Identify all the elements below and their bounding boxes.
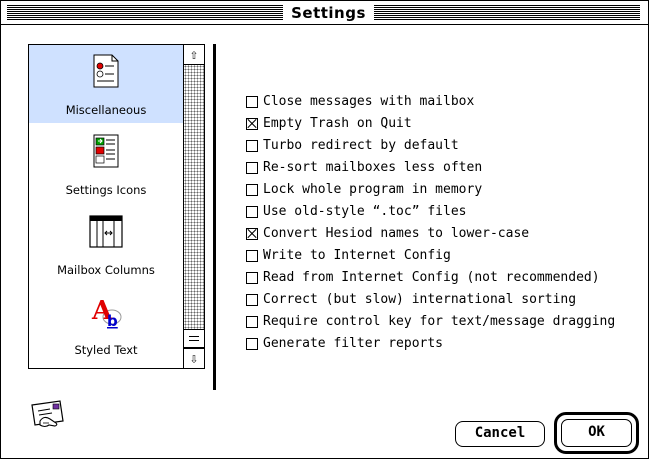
option-turbo-redirect[interactable]: Turbo redirect by default: [246, 135, 626, 157]
option-resort-mailboxes[interactable]: Re-sort mailboxes less often: [246, 157, 626, 179]
checkbox[interactable]: [246, 96, 258, 108]
category-label: Miscellaneous: [65, 103, 147, 117]
option-close-messages[interactable]: Close messages with mailbox: [246, 91, 626, 113]
category-item-settings-icons[interactable]: Settings Icons: [29, 125, 183, 203]
option-write-internet-config[interactable]: Write to Internet Config: [246, 245, 626, 267]
svg-text:b: b: [107, 312, 118, 329]
settings-window: Settings Miscellaneous Settings Icons Ma…: [0, 0, 649, 459]
settings-options: Close messages with mailbox Empty Trash …: [246, 91, 626, 355]
checkbox[interactable]: [246, 316, 258, 328]
mailbox-columns-icon: [89, 215, 123, 248]
settings-category-list: Miscellaneous Settings Icons Mailbox Col…: [28, 44, 205, 369]
title-bar[interactable]: Settings: [1, 1, 648, 25]
checkbox[interactable]: [246, 162, 258, 174]
option-empty-trash[interactable]: Empty Trash on Quit: [246, 113, 626, 135]
scroll-up-arrow-icon[interactable]: ⇧: [184, 45, 204, 65]
styled-text-icon: A b: [91, 296, 122, 329]
option-label: Close messages with mailbox: [263, 94, 475, 109]
option-label: Use old-style “.toc” files: [263, 204, 467, 219]
cancel-button[interactable]: Cancel: [455, 421, 545, 447]
option-label: Read from Internet Config (not recommend…: [263, 270, 600, 285]
option-label: Correct (but slow) international sorting: [263, 292, 577, 307]
option-label: Empty Trash on Quit: [263, 116, 412, 131]
checkbox[interactable]: [246, 338, 258, 350]
option-label: Re-sort mailboxes less often: [263, 160, 483, 175]
checkbox[interactable]: [246, 206, 258, 218]
checkbox[interactable]: [246, 250, 258, 262]
category-label: Settings Icons: [65, 183, 147, 197]
category-item-mailbox-columns[interactable]: Mailbox Columns: [29, 205, 183, 283]
option-label: Require control key for text/message dra…: [263, 314, 616, 329]
category-label: Styled Text: [74, 343, 138, 357]
option-read-internet-config[interactable]: Read from Internet Config (not recommend…: [246, 267, 626, 289]
title-bar-stripes-left: [7, 5, 283, 20]
checkbox[interactable]: [246, 118, 258, 130]
option-old-style-toc[interactable]: Use old-style “.toc” files: [246, 201, 626, 223]
option-international-sorting[interactable]: Correct (but slow) international sorting: [246, 289, 626, 311]
option-lock-program[interactable]: Lock whole program in memory: [246, 179, 626, 201]
option-label: Lock whole program in memory: [263, 182, 483, 197]
option-label: Turbo redirect by default: [263, 138, 459, 153]
option-label: Convert Hesiod names to lower-case: [263, 226, 530, 241]
envelope-hand-icon: [31, 400, 64, 428]
panel-divider: [213, 44, 216, 390]
category-scrollbar[interactable]: ⇧ ⇩: [183, 45, 204, 368]
option-label: Generate filter reports: [263, 336, 444, 351]
settings-icons-icon: [93, 134, 119, 168]
title-bar-stripes-right: [374, 5, 640, 20]
category-label: Mailbox Columns: [57, 263, 155, 277]
checkbox[interactable]: [246, 228, 258, 240]
option-filter-reports[interactable]: Generate filter reports: [246, 333, 626, 355]
category-items: Miscellaneous Settings Icons Mailbox Col…: [29, 45, 183, 368]
scrollbar-track[interactable]: [184, 65, 204, 348]
category-item-styled-text[interactable]: A b Styled Text: [29, 285, 183, 363]
checkbox[interactable]: [246, 140, 258, 152]
option-convert-hesiod[interactable]: Convert Hesiod names to lower-case: [246, 223, 626, 245]
checkbox[interactable]: [246, 294, 258, 306]
scroll-down-arrow-icon[interactable]: ⇩: [184, 348, 204, 368]
ok-default-ring: OK: [554, 412, 639, 454]
option-require-control-key[interactable]: Require control key for text/message dra…: [246, 311, 626, 333]
category-item-miscellaneous[interactable]: Miscellaneous: [29, 45, 183, 123]
scrollbar-thumb[interactable]: [184, 329, 204, 348]
checkbox[interactable]: [246, 184, 258, 196]
option-label: Write to Internet Config: [263, 248, 451, 263]
checkbox[interactable]: [246, 272, 258, 284]
ok-button[interactable]: OK: [561, 419, 632, 447]
checklist-page-icon: [93, 54, 119, 88]
window-title: Settings: [291, 4, 366, 22]
